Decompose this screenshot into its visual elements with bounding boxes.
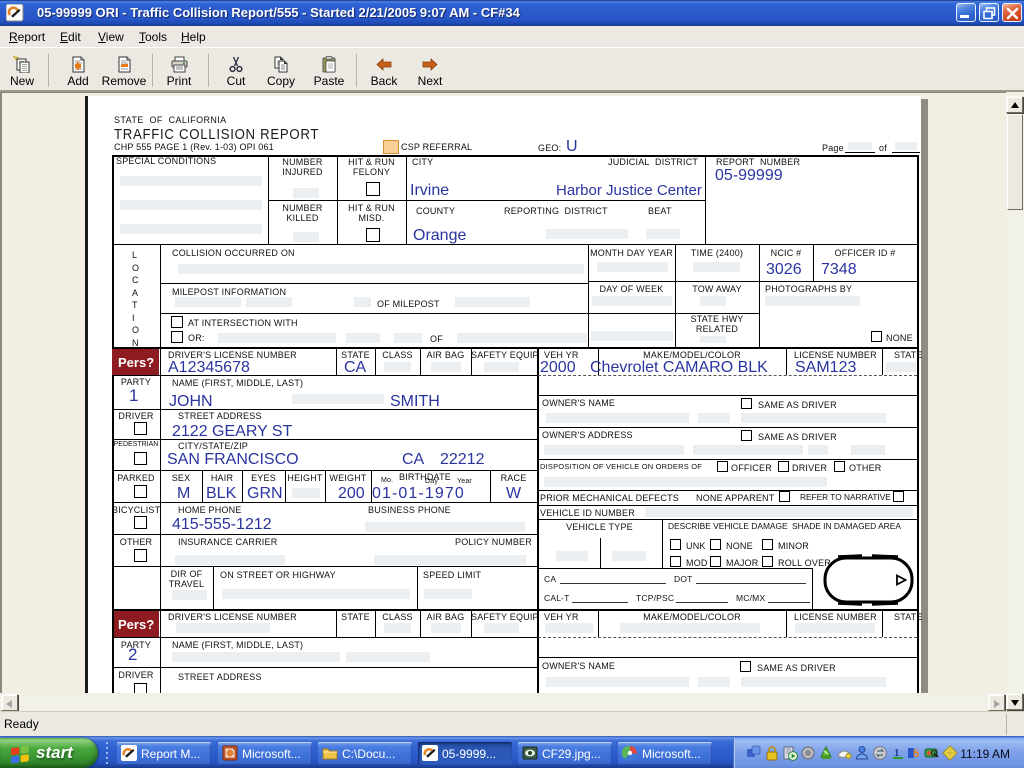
svg-text:5: 5	[913, 748, 919, 760]
